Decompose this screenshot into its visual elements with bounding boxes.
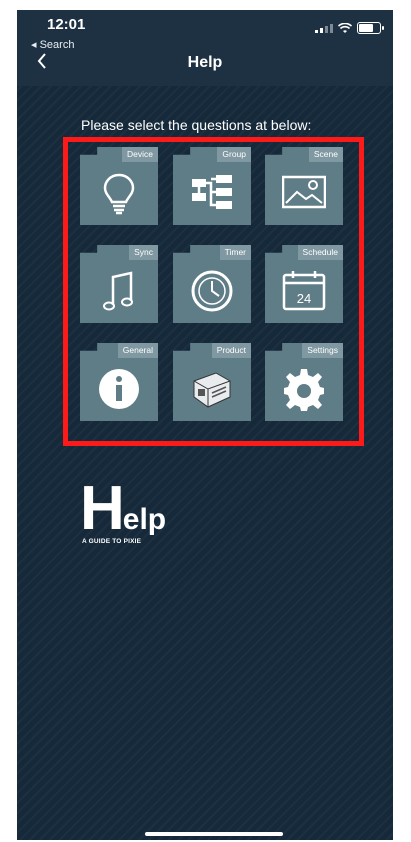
header-bar: 12:01 ◂ Search Help: [17, 10, 393, 86]
tile-group[interactable]: Group: [173, 147, 251, 225]
tile-device[interactable]: Device: [80, 147, 158, 225]
wifi-icon: [338, 22, 352, 33]
info-icon: [97, 367, 141, 411]
calendar-icon: 24: [282, 269, 326, 313]
calendar-day-text: 24: [297, 291, 311, 306]
clock-icon: [190, 269, 234, 313]
tile-product[interactable]: Product: [173, 343, 251, 421]
status-back-to-search[interactable]: ◂ Search: [31, 38, 74, 51]
device-icon: [190, 367, 234, 411]
tile-label: Schedule: [297, 245, 343, 260]
tile-label: Device: [122, 147, 158, 162]
app-screen: 12:01 ◂ Search Help Please select the qu…: [17, 10, 393, 840]
hierarchy-icon: [190, 171, 234, 215]
tile-label: Sync: [129, 245, 158, 260]
tile-label: General: [117, 343, 158, 358]
tile-sync[interactable]: Sync: [80, 245, 158, 323]
tile-settings[interactable]: Settings: [265, 343, 343, 421]
tile-label: Product: [211, 343, 251, 358]
image-icon: [281, 171, 327, 215]
page-title: Help: [187, 54, 223, 71]
tile-label: Group: [217, 147, 251, 162]
home-indicator[interactable]: [145, 832, 283, 836]
music-note-icon: [97, 269, 141, 313]
tile-label: Settings: [302, 343, 343, 358]
logo-initial: H: [80, 474, 125, 543]
cellular-signal-icon: [315, 23, 333, 33]
tile-timer[interactable]: Timer: [173, 245, 251, 323]
tile-general[interactable]: General: [80, 343, 158, 421]
lightbulb-icon: [97, 171, 141, 215]
tile-label: Timer: [219, 245, 251, 260]
logo-tagline: A GUIDE TO PIXIE: [82, 538, 142, 545]
gear-icon: [282, 367, 326, 411]
tile-label: Scene: [308, 147, 343, 162]
battery-icon: [357, 22, 384, 34]
help-logo: Help A GUIDE TO PIXIE: [80, 474, 167, 546]
status-icons: [315, 22, 384, 34]
tile-scene[interactable]: Scene: [265, 147, 343, 225]
tile-schedule[interactable]: Schedule 24: [265, 245, 343, 323]
logo-rest: elp: [122, 503, 167, 536]
instruction-text: Please select the questions at below:: [81, 117, 312, 133]
status-time: 12:01: [47, 16, 86, 33]
